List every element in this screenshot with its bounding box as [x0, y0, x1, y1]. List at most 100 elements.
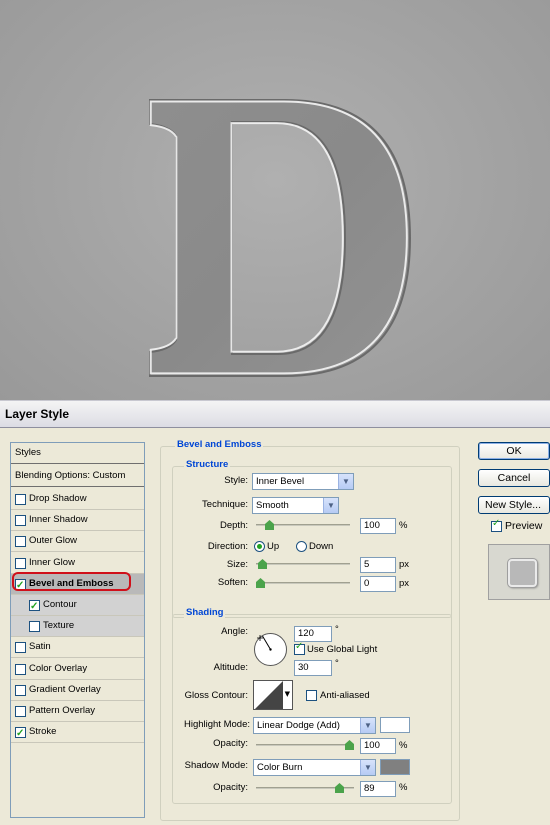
depth-unit: %	[399, 520, 408, 531]
shadow-mode-select[interactable]: Color Burn ▼	[253, 759, 376, 776]
direction-down-label[interactable]: Down	[309, 541, 333, 552]
chevron-down-icon: ▼	[360, 718, 375, 733]
shadow-opacity-slider[interactable]	[256, 783, 354, 793]
soften-input[interactable]: 0	[360, 576, 396, 592]
preview-label[interactable]: Preview	[505, 520, 542, 532]
altitude-input[interactable]: 30	[294, 660, 332, 676]
technique-label: Technique:	[202, 499, 248, 510]
direction-label: Direction:	[207, 541, 248, 552]
style-item-inner-shadow[interactable]: Inner Shadow	[11, 510, 144, 532]
angle-dial[interactable]	[254, 633, 287, 666]
style-item-label: Satin	[29, 641, 51, 653]
style-item-checkbox[interactable]	[15, 515, 26, 527]
style-item-checkbox[interactable]	[15, 663, 26, 675]
style-item-satin[interactable]: Satin	[11, 637, 144, 659]
size-slider[interactable]	[256, 559, 350, 569]
style-item-contour[interactable]: Contour	[11, 595, 144, 617]
use-global-light-checkbox[interactable]	[294, 641, 305, 655]
dialog-titlebar[interactable]: Layer Style	[0, 400, 550, 428]
style-item-checkbox[interactable]	[15, 536, 26, 548]
style-item-label: Color Overlay	[29, 662, 88, 674]
angle-input[interactable]: 120	[294, 626, 332, 642]
style-item-outer-glow[interactable]: Outer Glow	[11, 531, 144, 553]
style-item-checkbox[interactable]	[29, 597, 40, 617]
highlight-opacity-thumb[interactable]	[345, 740, 354, 750]
chevron-down-icon: ▼	[360, 760, 375, 775]
canvas-preview	[0, 0, 550, 400]
new-style-button[interactable]: New Style...	[478, 496, 550, 514]
direction-up-radio[interactable]	[254, 541, 265, 552]
highlight-color-swatch[interactable]	[380, 717, 410, 733]
ok-button[interactable]: OK	[478, 442, 550, 460]
technique-select[interactable]: Smooth ▼	[252, 497, 339, 514]
angle-label: Angle:	[221, 626, 248, 637]
gloss-contour-picker[interactable]: ▼	[253, 680, 293, 710]
soften-slider-thumb[interactable]	[256, 578, 265, 588]
soften-label: Soften:	[217, 577, 248, 588]
shadow-opacity-unit: %	[399, 782, 408, 793]
style-select[interactable]: Inner Bevel ▼	[252, 473, 354, 490]
style-item-label: Outer Glow	[29, 535, 78, 547]
depth-slider-thumb[interactable]	[265, 520, 274, 530]
style-item-color-overlay[interactable]: Color Overlay	[11, 659, 144, 680]
style-item-pattern-overlay[interactable]: Pattern Overlay	[11, 701, 144, 722]
layer-style-dialog: Layer Style Styles Blending Options: Cus…	[0, 400, 550, 825]
size-unit: px	[399, 559, 410, 570]
shadow-mode-label: Shadow Mode:	[184, 760, 248, 771]
gloss-contour-label: Gloss Contour:	[184, 690, 248, 701]
direction-down-radio[interactable]	[296, 541, 307, 552]
depth-label: Depth:	[220, 520, 248, 531]
style-item-label: Inner Shadow	[29, 514, 88, 526]
size-slider-thumb[interactable]	[258, 559, 267, 569]
cancel-button[interactable]: Cancel	[478, 469, 550, 487]
style-item-label: Drop Shadow	[29, 493, 87, 504]
size-input[interactable]: 5	[360, 557, 396, 573]
highlight-opacity-input[interactable]: 100	[360, 738, 396, 754]
chevron-down-icon: ▼	[323, 498, 338, 513]
highlight-mode-label: Highlight Mode:	[183, 719, 250, 730]
size-label: Size:	[226, 559, 248, 570]
anti-aliased-label[interactable]: Anti-aliased	[320, 690, 370, 701]
altitude-label: Altitude:	[213, 662, 248, 673]
style-item-checkbox[interactable]	[15, 706, 26, 717]
highlight-mode-select[interactable]: Linear Dodge (Add) ▼	[253, 717, 376, 734]
highlight-opacity-slider[interactable]	[256, 740, 354, 750]
depth-input[interactable]: 100	[360, 518, 396, 534]
dialog-title: Layer Style	[5, 407, 70, 421]
direction-up-label[interactable]: Up	[267, 541, 279, 552]
style-item-checkbox[interactable]	[29, 621, 40, 633]
style-item-stroke[interactable]: Stroke	[11, 722, 144, 744]
highlight-opacity-unit: %	[399, 740, 408, 751]
styles-list: Styles Blending Options: Custom Drop Sha…	[10, 442, 145, 818]
style-item-label: Stroke	[29, 726, 57, 738]
style-item-drop-shadow[interactable]: Drop Shadow	[11, 489, 144, 510]
blending-options-item[interactable]: Blending Options: Custom	[11, 466, 144, 487]
style-item-label: Texture	[43, 620, 75, 632]
chevron-down-icon: ▼	[284, 690, 290, 698]
style-item-checkbox[interactable]	[15, 557, 26, 569]
use-global-light-label[interactable]: Use Global Light	[307, 644, 377, 655]
anti-aliased-checkbox[interactable]	[306, 690, 317, 701]
highlight-ring	[12, 572, 131, 591]
shadow-color-swatch[interactable]	[380, 759, 410, 775]
style-item-checkbox[interactable]	[15, 642, 26, 654]
style-item-label: Contour	[43, 599, 77, 610]
letter-d-graphic	[149, 99, 412, 377]
soften-slider[interactable]	[256, 578, 350, 588]
depth-slider[interactable]	[256, 520, 350, 530]
style-item-checkbox[interactable]	[15, 494, 26, 505]
shading-title: Shading	[184, 607, 226, 618]
shadow-opacity-thumb[interactable]	[335, 783, 344, 793]
style-preview-thumbnail	[488, 544, 550, 600]
style-item-label: Gradient Overlay	[29, 683, 101, 695]
style-item-checkbox[interactable]	[15, 684, 26, 696]
style-item-checkbox[interactable]	[15, 724, 26, 744]
preview-checkbox[interactable]	[491, 518, 502, 532]
structure-title: Structure	[184, 459, 231, 470]
style-item-texture[interactable]: Texture	[11, 616, 144, 638]
style-item-inner-glow[interactable]: Inner Glow	[11, 553, 144, 574]
soften-unit: px	[399, 578, 410, 589]
style-item-gradient-overlay[interactable]: Gradient Overlay	[11, 680, 144, 701]
styles-header[interactable]: Styles	[11, 443, 144, 464]
shadow-opacity-input[interactable]: 89	[360, 781, 396, 797]
